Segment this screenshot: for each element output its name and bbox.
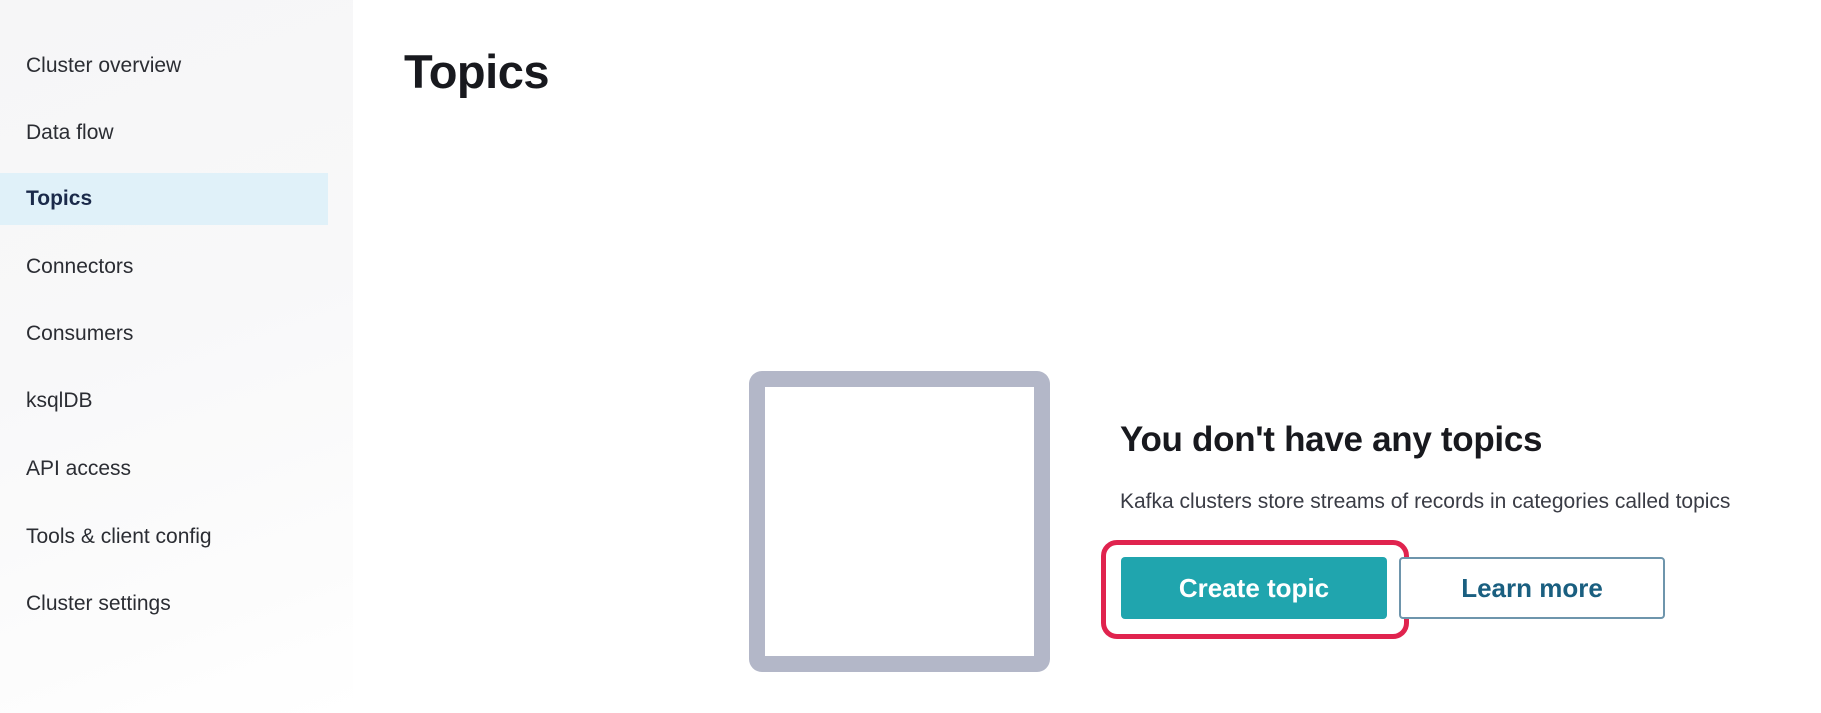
sidebar-item-cluster-overview[interactable]: Cluster overview — [0, 40, 328, 92]
sidebar-item-ksqldb[interactable]: ksqlDB — [0, 375, 328, 427]
sidebar-item-label: Consumers — [26, 322, 134, 345]
sidebar-item-data-flow[interactable]: Data flow — [0, 107, 328, 159]
empty-square-icon — [749, 371, 1050, 672]
create-topic-button[interactable]: Create topic — [1121, 557, 1387, 619]
sidebar-item-label: ksqlDB — [26, 389, 93, 412]
sidebar-item-cluster-settings[interactable]: Cluster settings — [0, 578, 328, 630]
sidebar-item-consumers[interactable]: Consumers — [0, 308, 328, 360]
sidebar-item-label: Connectors — [26, 255, 134, 278]
learn-more-button[interactable]: Learn more — [1399, 557, 1665, 619]
page-title: Topics — [404, 45, 549, 98]
sidebar-item-label: Cluster settings — [26, 592, 171, 615]
sidebar-item-api-access[interactable]: API access — [0, 443, 328, 495]
sidebar-item-label: Data flow — [26, 121, 114, 144]
empty-state-heading: You don't have any topics — [1120, 420, 1543, 459]
sidebar-item-label: Cluster overview — [26, 54, 182, 77]
sidebar-item-label: Topics — [26, 187, 93, 210]
sidebar: Cluster overview Data flow Topics Connec… — [0, 0, 353, 713]
sidebar-item-label: API access — [26, 457, 132, 480]
sidebar-item-topics[interactable]: Topics — [0, 173, 328, 225]
empty-state-description: Kafka clusters store streams of records … — [1120, 490, 1731, 513]
sidebar-item-tools-client-config[interactable]: Tools & client config — [0, 511, 328, 563]
sidebar-item-label: Tools & client config — [26, 525, 212, 548]
sidebar-item-connectors[interactable]: Connectors — [0, 241, 328, 293]
